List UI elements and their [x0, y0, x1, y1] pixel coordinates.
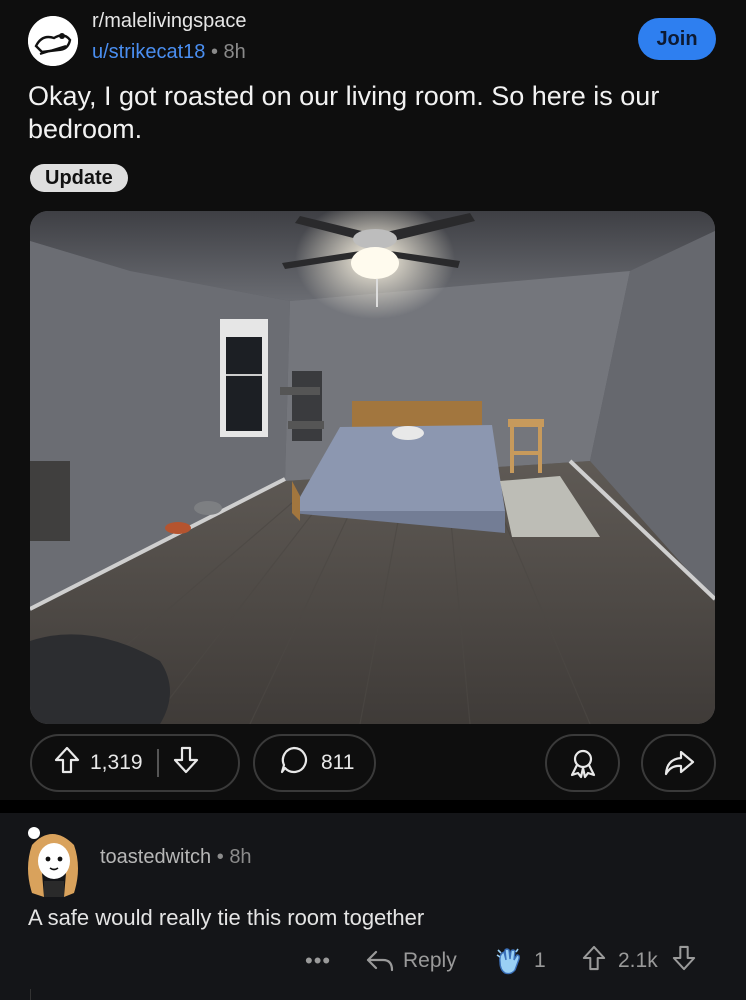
comment-count: 811 [321, 751, 355, 774]
subreddit-avatar[interactable] [28, 16, 78, 66]
comment-upvote-icon[interactable] [582, 945, 606, 977]
share-button[interactable] [641, 734, 716, 792]
thread-line [30, 989, 31, 1000]
award-button[interactable] [545, 734, 620, 792]
comment-author[interactable]: toastedwitch [100, 846, 211, 868]
award-ribbon-icon [570, 749, 595, 779]
subreddit-name[interactable]: r/malelivingspace [92, 10, 247, 33]
share-arrow-icon [664, 750, 694, 776]
downvote-icon[interactable] [173, 746, 199, 780]
commenter-avatar[interactable] [22, 823, 86, 901]
post-image[interactable] [30, 211, 715, 724]
vote-divider [156, 749, 159, 777]
post-age: 8h [223, 41, 246, 63]
meta-separator: • [210, 41, 218, 63]
comment-meta: toastedwitch • 8h [100, 846, 252, 869]
post-title[interactable]: Okay, I got roasted on our living room. … [28, 80, 708, 146]
comment-meta-separator: • [216, 846, 224, 868]
post-upvote-count: 1,319 [90, 751, 143, 774]
clapping-hands-icon [496, 948, 520, 975]
comment-score: 2.1k [618, 949, 658, 972]
post-card: r/malelivingspace u/strikecat18 • 8h Joi… [0, 0, 746, 800]
award-count: 1 [534, 949, 546, 972]
speech-bubble-icon [279, 745, 309, 781]
upvote-icon[interactable] [54, 746, 80, 780]
comment-actions: ••• Reply 1 2.1k [0, 941, 746, 981]
comment-award[interactable]: 1 [494, 941, 546, 981]
post-meta: u/strikecat18 • 8h [92, 41, 246, 64]
join-button[interactable]: Join [638, 18, 716, 60]
comment-card: toastedwitch • 8h A safe would really ti… [0, 813, 746, 1000]
reply-arrow-icon [366, 950, 394, 972]
section-divider [0, 800, 746, 813]
more-options-button[interactable]: ••• [305, 941, 331, 981]
comment-body: A safe would really tie this room togeth… [28, 905, 425, 930]
reply-label: Reply [403, 949, 457, 972]
bedroom-photo [30, 211, 715, 724]
comments-button[interactable]: 811 [253, 734, 376, 792]
avatar-illustration [28, 827, 78, 897]
post-vote-bar: 1,319 [30, 734, 240, 792]
post-flair[interactable]: Update [30, 164, 128, 192]
comment-vote: 2.1k [582, 941, 696, 981]
reply-button[interactable]: Reply [365, 941, 457, 981]
couch-logo-icon [28, 16, 78, 66]
comment-downvote-icon[interactable] [672, 945, 696, 977]
post-author[interactable]: u/strikecat18 [92, 41, 205, 63]
comment-age: 8h [229, 846, 252, 868]
